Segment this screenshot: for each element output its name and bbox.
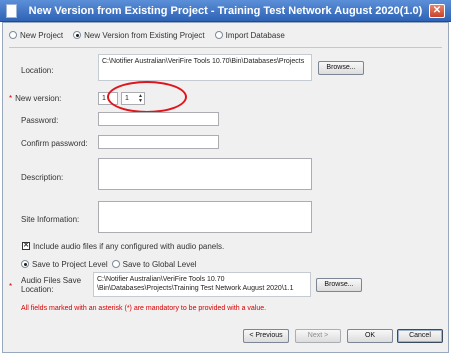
radio-icon	[9, 31, 17, 39]
next-button[interactable]: Next >	[295, 329, 341, 343]
description-field[interactable]	[98, 158, 312, 190]
save-level-label: Save to Global Level	[122, 259, 197, 269]
mandatory-fields-note: All fields marked with an asterisk (*) a…	[21, 305, 267, 312]
site-information-field[interactable]	[98, 201, 312, 233]
required-asterisk: *	[9, 94, 13, 103]
save-level-radio-group: Save to Project Level Save to Global Lev…	[21, 258, 206, 270]
confirm-password-field[interactable]	[98, 135, 219, 149]
mode-option-new-version[interactable]: New Version from Existing Project	[73, 31, 205, 40]
audio-save-location-field[interactable]: C:\Notifier Australian\VeriFire Tools 10…	[93, 272, 311, 297]
required-asterisk: *	[9, 282, 13, 291]
site-information-label: Site Information:	[21, 215, 80, 224]
location-label: Location:	[21, 66, 54, 75]
cancel-button[interactable]: Cancel	[397, 329, 443, 343]
close-button[interactable]: ✕	[429, 4, 445, 18]
save-to-project-level-option[interactable]: Save to Project Level	[21, 260, 108, 269]
title-bar: New Version from Existing Project - Trai…	[0, 0, 451, 22]
version-major-value: 1	[102, 95, 106, 102]
save-level-label: Save to Project Level	[32, 259, 108, 269]
confirm-password-label: Confirm password:	[21, 139, 88, 148]
save-to-global-level-option[interactable]: Save to Global Level	[111, 259, 197, 269]
separator	[9, 47, 442, 48]
password-field[interactable]	[98, 112, 219, 126]
new-version-label: * New version:	[9, 94, 61, 103]
mode-option-import-database[interactable]: Import Database	[214, 30, 285, 40]
radio-icon	[111, 260, 120, 268]
location-field[interactable]: C:\Notifier Australian\VeriFire Tools 10…	[98, 54, 312, 81]
include-audio-label: Include audio files if any configured wi…	[33, 242, 225, 251]
new-version-label-text: New version:	[15, 94, 62, 103]
document-icon	[6, 4, 17, 18]
previous-button[interactable]: < Previous	[243, 329, 289, 343]
mode-radio-group: New Project New Version from Existing Pr…	[9, 29, 295, 41]
description-label: Description:	[21, 173, 64, 182]
mode-option-label: Import Database	[225, 30, 285, 40]
mode-option-label: New Version from Existing Project	[84, 30, 205, 40]
mode-option-new-project[interactable]: New Project	[9, 31, 63, 40]
window-title: New Version from Existing Project - Trai…	[28, 5, 423, 17]
radio-selected-icon	[21, 260, 29, 268]
ok-button[interactable]: OK	[347, 329, 393, 343]
radio-selected-icon	[73, 31, 82, 39]
browse-audio-location-button[interactable]: Browse...	[316, 278, 362, 292]
browse-location-button[interactable]: Browse...	[318, 61, 364, 75]
password-label: Password:	[21, 116, 59, 125]
mode-option-label: New Project	[20, 30, 64, 40]
dialog-body: New Project New Version from Existing Pr…	[2, 22, 449, 353]
include-audio-checkbox[interactable]: ✕	[22, 242, 30, 250]
annotation-circle	[107, 81, 187, 113]
radio-icon	[214, 31, 223, 39]
audio-save-location-label: Audio Files Save Location:	[21, 276, 82, 294]
